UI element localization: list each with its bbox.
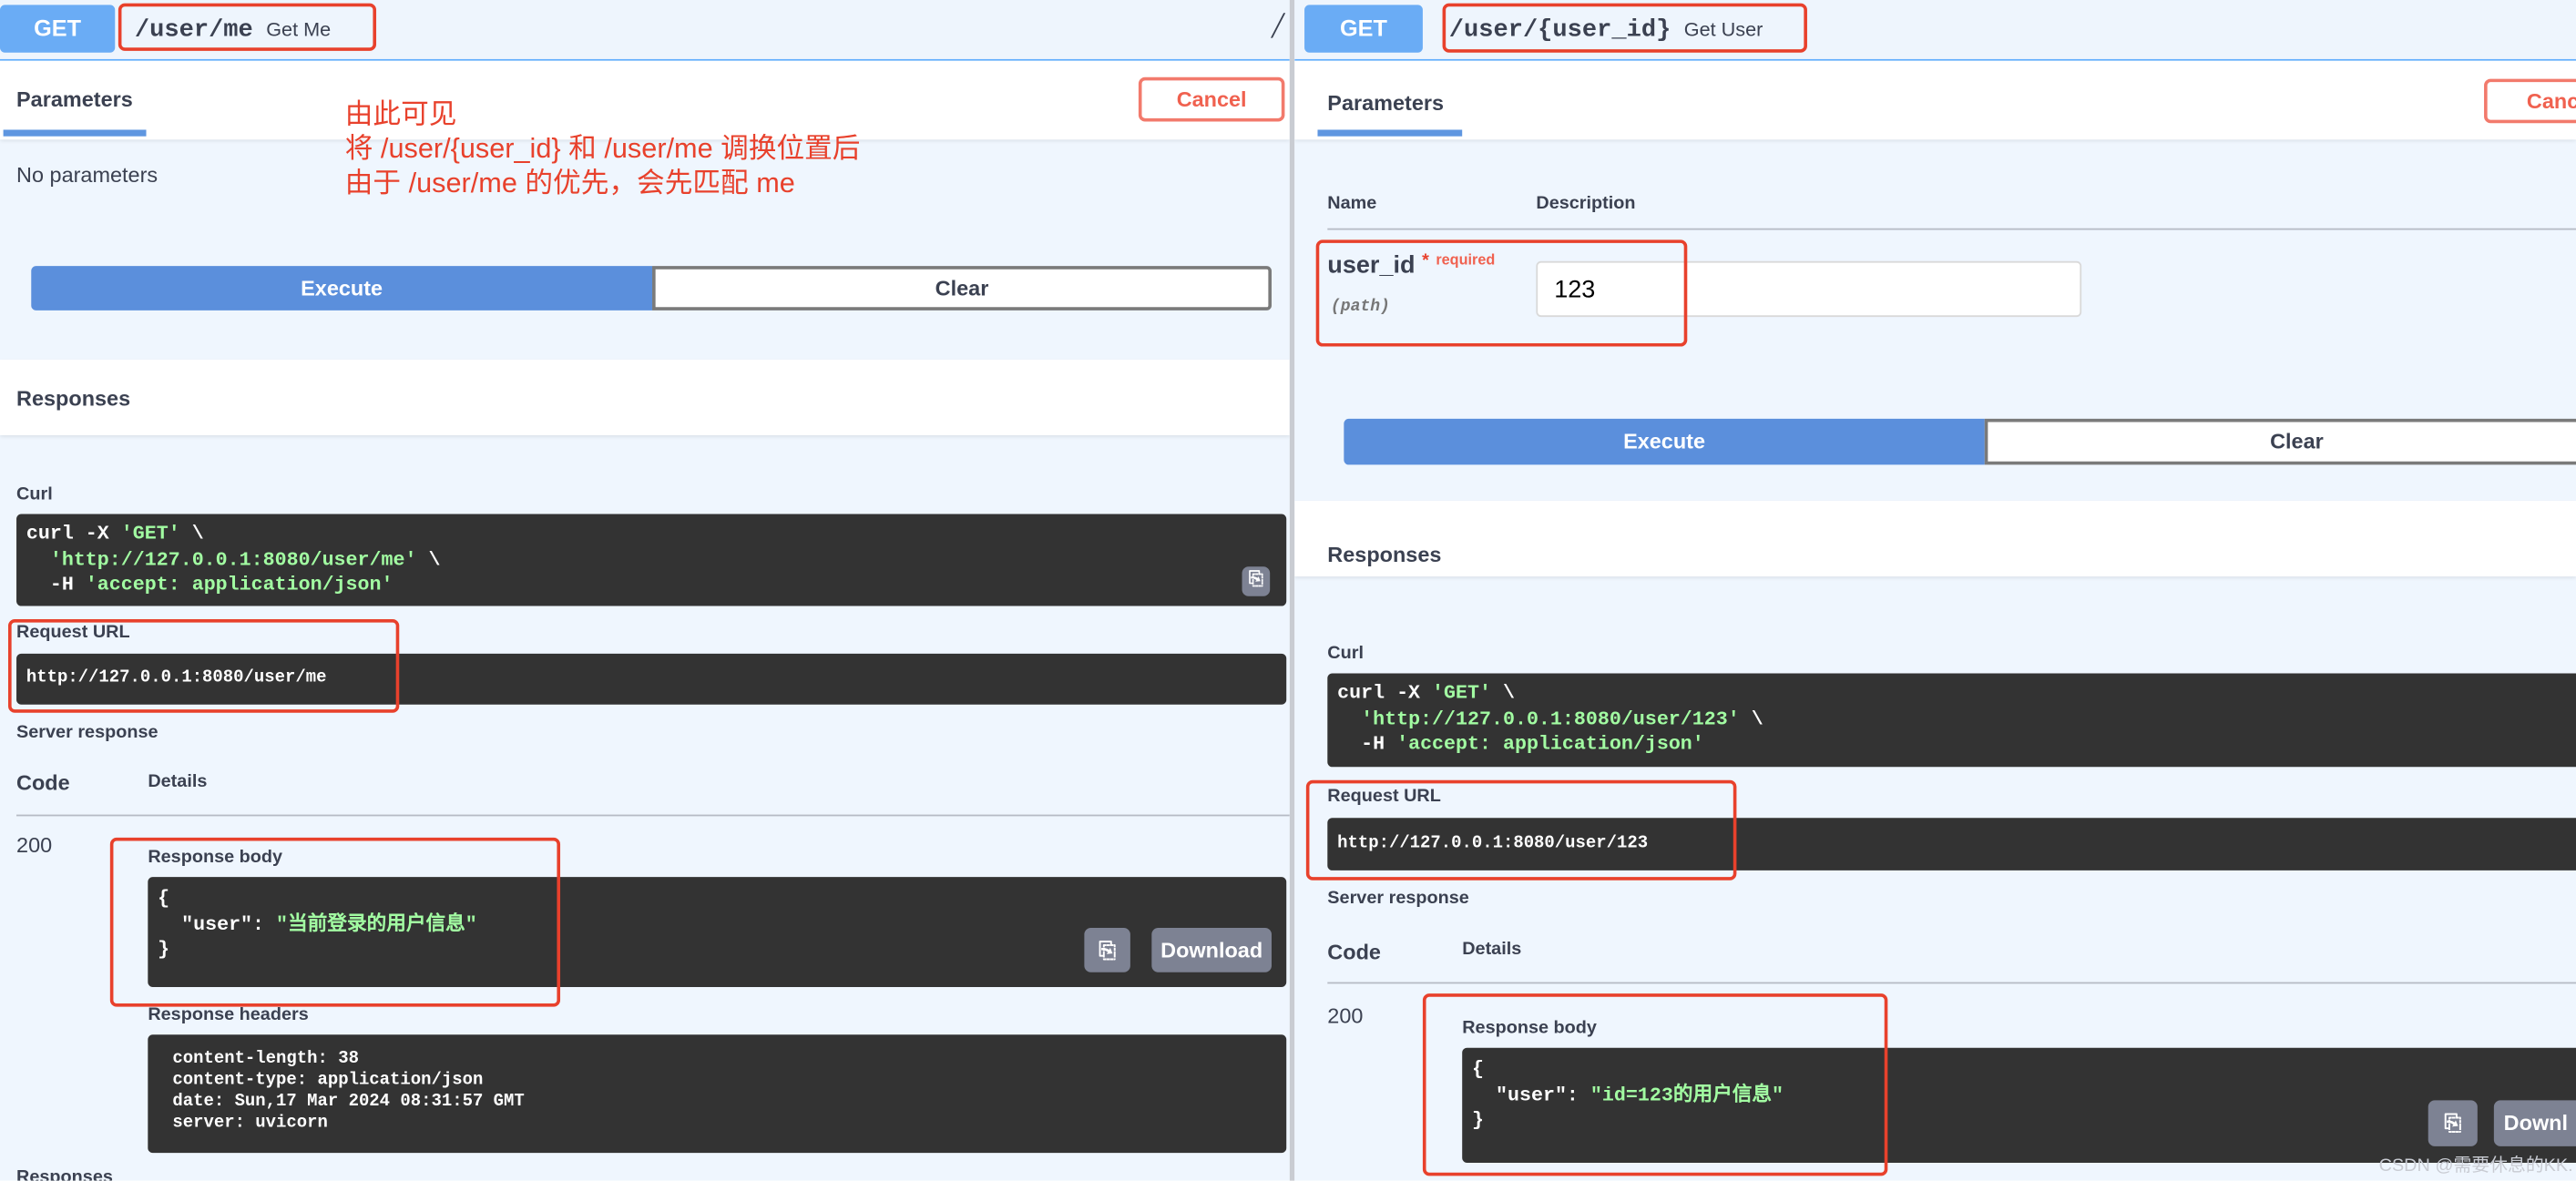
server-response-label: Server response xyxy=(1327,888,1469,909)
watermark: CSDN @需要休息的KK. xyxy=(2378,1156,2573,1176)
method-badge: GET xyxy=(0,5,116,53)
status-code: 200 xyxy=(16,832,53,858)
tab-parameters[interactable]: Parameters xyxy=(16,87,133,112)
code-header: Code xyxy=(1327,939,1381,964)
highlight-box xyxy=(8,618,400,713)
curl-label: Curl xyxy=(16,484,53,504)
divider xyxy=(1327,228,2576,230)
tab-underline xyxy=(3,129,147,137)
response-headers-label: Response headers xyxy=(148,1004,309,1025)
code-header: Code xyxy=(16,769,70,795)
copy-response-button[interactable]: ⎘ xyxy=(2428,1100,2478,1146)
details-header: Details xyxy=(1462,939,1522,960)
no-parameters-text: No parameters xyxy=(16,162,158,188)
copy-response-button[interactable]: ⎘ xyxy=(1084,928,1130,972)
description-header: Description xyxy=(1536,193,1636,214)
download-button[interactable]: Downl xyxy=(2493,1100,2576,1146)
name-header: Name xyxy=(1327,193,1377,214)
status-code: 200 xyxy=(1327,1003,1364,1029)
clear-button[interactable]: Clear xyxy=(652,266,1272,311)
divider xyxy=(16,814,1290,817)
highlight-box xyxy=(109,837,561,1007)
tab-parameters[interactable]: Parameters xyxy=(1327,90,1444,115)
copy-icon[interactable]: ⎘ xyxy=(1242,566,1271,596)
download-button[interactable]: Download xyxy=(1151,928,1272,972)
responses-footer: Responses xyxy=(16,1167,113,1181)
left-operation-panel: GET /user/me Get Me ╱ Parameters Cancel 由… xyxy=(0,0,1290,1181)
cancel-button[interactable]: Canc xyxy=(2484,78,2576,124)
highlight-box xyxy=(1422,993,1888,1176)
execute-button[interactable]: Execute xyxy=(1344,418,1985,465)
curl-label: Curl xyxy=(1327,644,1364,664)
responses-section: Responses xyxy=(0,359,1290,435)
annotation-text: 由此可见 将 /user/{user_id} 和 /user/me 调换位置后 … xyxy=(344,98,861,199)
clear-button[interactable]: Clear xyxy=(1984,418,2576,465)
parameters-section: Parameters Canc xyxy=(1294,60,2576,140)
cancel-button[interactable]: Cancel xyxy=(1138,76,1285,122)
details-header: Details xyxy=(148,771,208,792)
highlight-box xyxy=(1315,239,1688,347)
tab-underline xyxy=(1317,129,1463,137)
responses-title: Responses xyxy=(16,385,131,411)
curl-command: curl -X 'GET' \ 'http://127.0.0.1:8080/u… xyxy=(1327,673,2576,768)
right-operation-panel: GET /user/{user_id} Get User Parameters C… xyxy=(1294,0,2576,1181)
curl-command: curl -X 'GET' \ 'http://127.0.0.1:8080/u… xyxy=(16,514,1287,606)
responses-section: Responses xyxy=(1294,501,2576,577)
method-badge: GET xyxy=(1304,5,1423,53)
divider xyxy=(1327,982,2576,984)
collapse-arrow-icon[interactable]: ╱ xyxy=(1272,13,1284,39)
execute-button[interactable]: Execute xyxy=(31,266,653,311)
response-headers: content-length: 38 content-type: applicat… xyxy=(148,1034,1287,1154)
highlight-box xyxy=(1305,779,1737,881)
highlight-box xyxy=(118,3,377,51)
server-response-label: Server response xyxy=(16,722,158,743)
responses-title: Responses xyxy=(1327,542,1442,567)
highlight-box xyxy=(1442,3,1807,53)
